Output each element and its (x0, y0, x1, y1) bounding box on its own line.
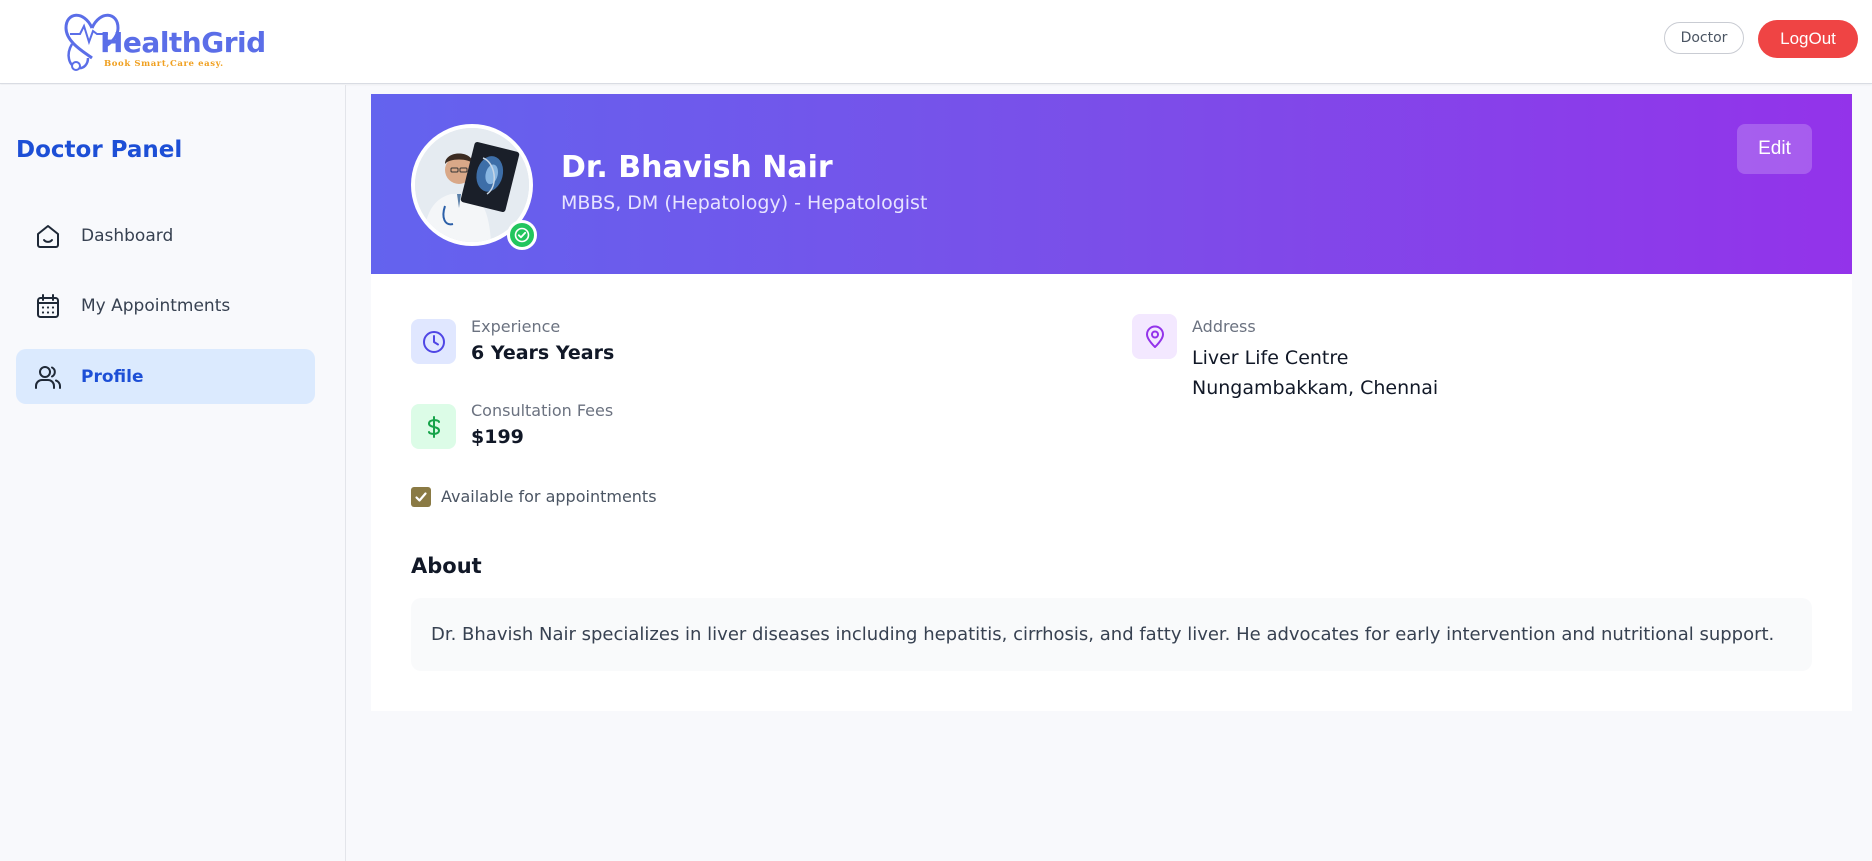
fees-value: $199 (471, 426, 524, 448)
sidebar-item-appointments[interactable]: My Appointments (16, 278, 315, 333)
profile-banner: Dr. Bhavish Nair MBBS, DM (Hepatology) -… (371, 94, 1852, 274)
address-line-1: Liver Life Centre (1192, 347, 1349, 369)
calendar-icon (37, 294, 59, 318)
brand-name: HealthGrid (100, 26, 266, 59)
sidebar-title: Doctor Panel (16, 137, 183, 163)
edit-button[interactable]: Edit (1737, 124, 1812, 174)
about-text: Dr. Bhavish Nair specializes in liver di… (431, 624, 1775, 645)
clock-icon (411, 319, 456, 364)
sidebar: Doctor Panel Dashboard My Appointments P… (0, 85, 346, 861)
sidebar-item-label: My Appointments (81, 295, 231, 316)
dollar-icon (411, 404, 456, 449)
sidebar-item-profile[interactable]: Profile (16, 349, 315, 404)
experience-value: 6 Years Years (471, 342, 615, 364)
map-pin-icon (1132, 314, 1177, 359)
sidebar-item-label: Dashboard (81, 225, 174, 246)
top-navbar: HealthGrid Book Smart,Care easy. Doctor … (0, 0, 1872, 84)
logout-button[interactable]: LogOut (1758, 20, 1858, 58)
home-icon (37, 225, 59, 248)
doctor-qualification: MBBS, DM (Hepatology) - Hepatologist (561, 192, 928, 214)
sidebar-item-label: Profile (81, 366, 144, 387)
availability-checkbox[interactable] (411, 487, 431, 507)
about-title: About (411, 554, 482, 578)
about-box: Dr. Bhavish Nair specializes in liver di… (411, 598, 1812, 671)
experience-label: Experience (471, 317, 561, 336)
fees-label: Consultation Fees (471, 401, 614, 420)
brand-tagline: Book Smart,Care easy. (104, 59, 224, 69)
address-line-2: Nungambakkam, Chennai (1192, 377, 1439, 399)
sidebar-item-dashboard[interactable]: Dashboard (16, 208, 315, 263)
doctor-name: Dr. Bhavish Nair (561, 150, 833, 185)
check-circle-icon (507, 220, 537, 250)
availability-label: Available for appointments (441, 487, 657, 506)
profile-card: Dr. Bhavish Nair MBBS, DM (Hepatology) -… (371, 94, 1852, 711)
brand-logo[interactable]: HealthGrid Book Smart,Care easy. (62, 4, 266, 74)
users-icon (35, 366, 61, 389)
address-label: Address (1192, 317, 1256, 336)
role-badge: Doctor (1664, 22, 1744, 54)
